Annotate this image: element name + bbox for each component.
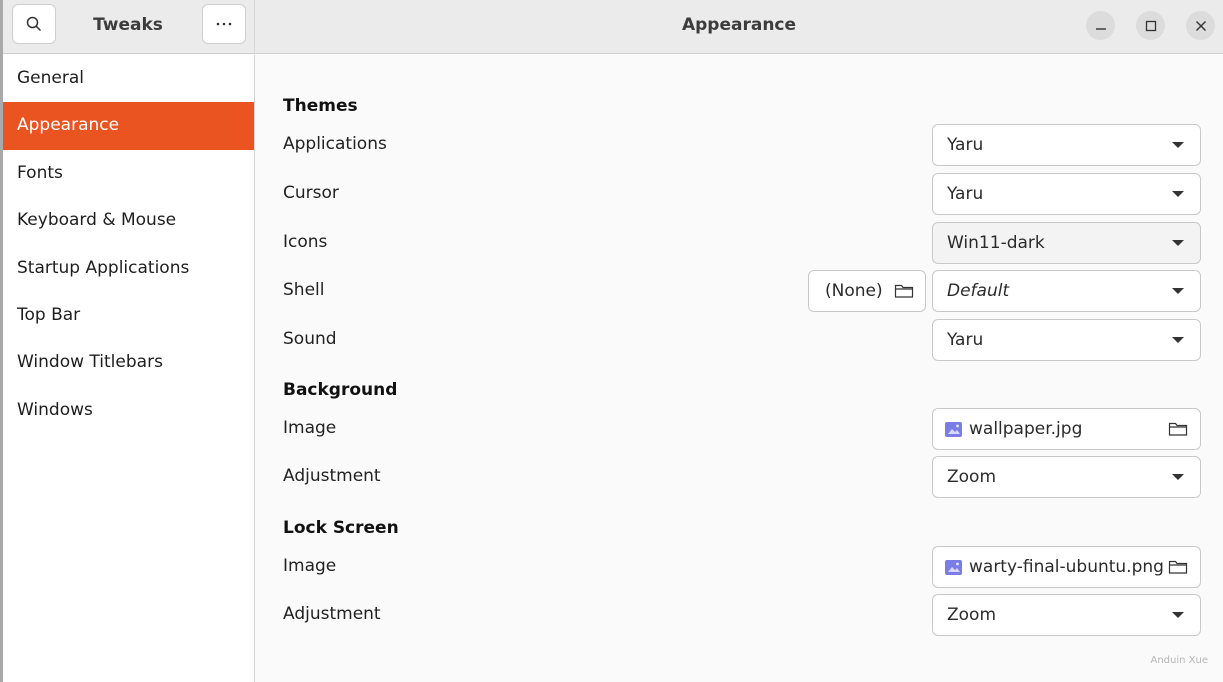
sound-theme-dropdown[interactable]: Yaru [932, 319, 1201, 361]
folder-icon [894, 284, 914, 298]
icons-label: Icons [283, 232, 328, 252]
background-adjustment-dropdown[interactable]: Zoom [932, 456, 1201, 498]
background-adjustment-label: Adjustment [283, 466, 381, 486]
background-image-value: wallpaper.jpg [969, 419, 1083, 439]
close-icon [1195, 20, 1206, 31]
sidebar-item-appearance[interactable]: Appearance [3, 102, 254, 150]
dropdown-arrow-icon [1172, 240, 1184, 246]
lock-screen-section-title: Lock Screen [283, 518, 399, 538]
shell-file-chooser-button[interactable]: (None) [808, 270, 926, 312]
sidebar-item-top-bar[interactable]: Top Bar [3, 292, 254, 339]
shell-file-value: (None) [825, 281, 883, 301]
applications-theme-value: Yaru [947, 135, 984, 155]
cursor-theme-value: Yaru [947, 184, 984, 204]
sidebar-title: Tweaks [93, 15, 163, 35]
appearance-panel: Themes Applications Yaru Cursor Yaru Ico… [256, 55, 1223, 682]
dropdown-arrow-icon [1172, 142, 1184, 148]
shell-theme-value: Default [947, 281, 1010, 301]
image-file-icon [945, 559, 962, 575]
sound-theme-value: Yaru [947, 330, 984, 350]
dropdown-arrow-icon [1172, 612, 1184, 618]
icons-theme-value: Win11-dark [947, 233, 1045, 253]
cursor-theme-dropdown[interactable]: Yaru [932, 173, 1201, 215]
icons-theme-dropdown[interactable]: Win11-dark [932, 222, 1201, 264]
sidebar: General Appearance Fonts Keyboard & Mous… [3, 55, 255, 682]
header-bar: Tweaks Appearance [3, 0, 1223, 54]
menu-button[interactable] [202, 4, 246, 44]
maximize-button[interactable] [1136, 11, 1165, 40]
background-image-chooser[interactable]: wallpaper.jpg [932, 408, 1201, 450]
lock-screen-adjustment-value: Zoom [947, 605, 997, 625]
watermark: Anduin Xue [1150, 655, 1209, 666]
tweaks-window: Tweaks Appearance General Appearance Fon… [0, 0, 1223, 682]
themes-section-title: Themes [283, 96, 358, 116]
sidebar-item-startup-applications[interactable]: Startup Applications [3, 245, 254, 292]
background-image-label: Image [283, 418, 337, 438]
dropdown-arrow-icon [1172, 337, 1184, 343]
applications-theme-dropdown[interactable]: Yaru [932, 124, 1201, 166]
background-adjustment-value: Zoom [947, 467, 997, 487]
minimize-icon [1095, 27, 1106, 30]
sound-label: Sound [283, 329, 337, 349]
sidebar-item-general[interactable]: General [3, 55, 254, 102]
background-section-title: Background [283, 380, 398, 400]
ellipsis-icon [216, 22, 232, 26]
dropdown-arrow-icon [1172, 191, 1184, 197]
dropdown-arrow-icon [1172, 288, 1184, 294]
applications-label: Applications [283, 134, 387, 154]
cursor-label: Cursor [283, 183, 339, 203]
sidebar-header: Tweaks [3, 0, 255, 54]
lock-screen-image-value: warty-final-ubuntu.png [969, 557, 1164, 577]
shell-label: Shell [283, 280, 325, 300]
dropdown-arrow-icon [1172, 474, 1184, 480]
lock-screen-adjustment-label: Adjustment [283, 604, 381, 624]
minimize-button[interactable] [1086, 11, 1115, 40]
folder-icon [1168, 560, 1188, 574]
window-title: Appearance [681, 15, 797, 35]
sidebar-item-windows[interactable]: Windows [3, 387, 254, 434]
maximize-icon [1145, 20, 1156, 31]
lock-screen-adjustment-dropdown[interactable]: Zoom [932, 594, 1201, 636]
search-icon [26, 16, 42, 32]
shell-theme-dropdown[interactable]: Default [932, 270, 1201, 312]
sidebar-item-window-titlebars[interactable]: Window Titlebars [3, 339, 254, 386]
image-file-icon [945, 421, 962, 437]
lock-screen-image-label: Image [283, 556, 337, 576]
close-button[interactable] [1186, 11, 1215, 40]
search-button[interactable] [12, 4, 56, 44]
folder-icon [1168, 422, 1188, 436]
sidebar-item-fonts[interactable]: Fonts [3, 150, 254, 197]
lock-screen-image-chooser[interactable]: warty-final-ubuntu.png [932, 546, 1201, 588]
sidebar-item-keyboard-mouse[interactable]: Keyboard & Mouse [3, 197, 254, 244]
